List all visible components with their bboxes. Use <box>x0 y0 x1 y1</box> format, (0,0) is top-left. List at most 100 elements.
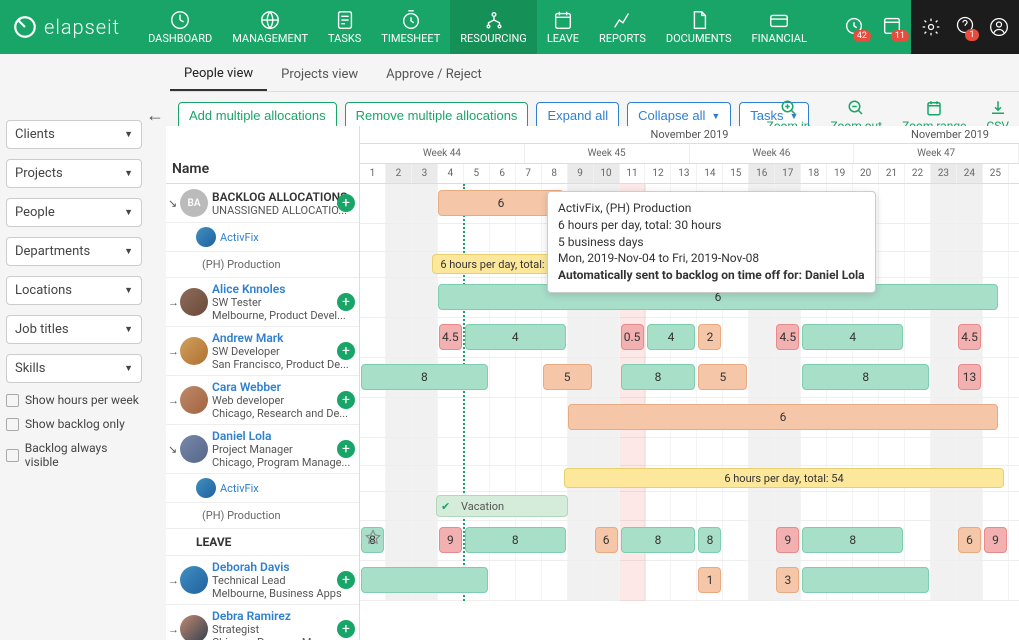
checkbox-hours-per-week[interactable]: Show hours per week <box>6 393 142 407</box>
chevron-right-icon[interactable]: → <box>168 394 180 407</box>
top-nav: elapseit DASHBOARD MANAGEMENT TASKS TIME… <box>0 0 1019 54</box>
name-header: Name <box>166 126 359 184</box>
nav-documents[interactable]: DOCUMENTS <box>656 0 742 54</box>
allocation-bar[interactable]: 4 <box>802 324 903 350</box>
filter-projects[interactable]: Projects▼ <box>6 159 142 188</box>
filter-locations[interactable]: Locations▼ <box>6 276 142 305</box>
row-daniel[interactable]: ↘ Daniel LolaProject ManagerChicago, Pro… <box>166 425 359 474</box>
timeline-row: 6 <box>360 398 1019 438</box>
vacation-bar[interactable]: ✔Vacation <box>436 495 568 517</box>
brand-logo[interactable]: elapseit <box>0 14 138 40</box>
chevron-right-icon[interactable]: → <box>168 345 180 358</box>
allocation-bar[interactable]: 4 <box>465 324 566 350</box>
day-label: 10 <box>594 164 620 183</box>
add-button[interactable]: + <box>337 391 355 409</box>
chevron-down-icon[interactable]: ↘ <box>168 443 180 456</box>
nav-tasks[interactable]: TASKS <box>318 0 371 54</box>
chevron-right-icon[interactable]: → <box>168 574 180 587</box>
filter-departments[interactable]: Departments▼ <box>6 237 142 266</box>
help-badge: 1 <box>965 29 979 41</box>
add-button[interactable]: + <box>337 440 355 458</box>
nav-dashboard[interactable]: DASHBOARD <box>138 0 222 54</box>
filter-jobtitles[interactable]: Job titles▼ <box>6 315 142 344</box>
row-debra[interactable]: → Debra RamirezStrategistChicago, Progra… <box>166 605 359 640</box>
add-button[interactable]: + <box>337 620 355 638</box>
chevron-right-icon[interactable]: → <box>168 296 180 309</box>
nav-reports[interactable]: REPORTS <box>589 0 656 54</box>
allocation-bar[interactable]: 3 <box>776 567 799 593</box>
day-label: 11 <box>620 164 646 183</box>
allocation-bar[interactable]: 5 <box>698 364 747 390</box>
user-icon[interactable] <box>989 17 1009 37</box>
allocation-bar[interactable]: 6 <box>958 527 981 553</box>
allocation-bar[interactable]: 8 <box>361 364 488 390</box>
chevron-right-icon[interactable]: → <box>168 623 180 636</box>
allocation-bar[interactable]: 13 <box>958 364 981 390</box>
allocation-bar[interactable]: 9 <box>439 527 462 553</box>
add-button[interactable]: + <box>337 194 355 212</box>
allocation-bar[interactable] <box>802 567 929 593</box>
add-button[interactable]: + <box>337 342 355 360</box>
checkbox-backlog-only[interactable]: Show backlog only <box>6 417 142 431</box>
allocation-bar[interactable]: 8 <box>802 527 903 553</box>
allocation-bar[interactable]: 8 <box>465 527 566 553</box>
row-andrew[interactable]: → Andrew MarkSW DeveloperSan Francisco, … <box>166 327 359 376</box>
row-cara[interactable]: → Cara WebberWeb developerChicago, Resea… <box>166 376 359 425</box>
pin-icon[interactable] <box>364 529 382 547</box>
allocation-tooltip: ActivFix, (PH) Production 6 hours per da… <box>547 191 876 293</box>
allocation-bar[interactable]: 4.5 <box>776 324 799 350</box>
allocation-bar[interactable]: 0.5 <box>621 324 644 350</box>
allocation-bar[interactable] <box>361 567 488 593</box>
allocation-bar[interactable]: 8 <box>621 527 696 553</box>
add-allocations-button[interactable]: Add multiple allocations <box>178 102 337 129</box>
gear-icon[interactable] <box>921 17 941 37</box>
allocation-bar[interactable]: 6 <box>595 527 618 553</box>
allocation-bar[interactable]: 6 <box>568 404 998 430</box>
back-arrow-icon[interactable]: ← <box>146 105 164 126</box>
nav-timesheet[interactable]: TIMESHEET <box>371 0 450 54</box>
allocation-bar[interactable]: 4.5 <box>958 324 981 350</box>
add-button[interactable]: + <box>337 293 355 311</box>
row-deborah[interactable]: → Deborah DavisTechnical LeadMelbourne, … <box>166 556 359 605</box>
allocation-bar[interactable]: 5 <box>543 364 592 390</box>
notif-clock-icon[interactable]: 42 <box>835 14 873 40</box>
nav-resourcing[interactable]: RESOURCING <box>450 0 537 54</box>
avatar <box>180 615 208 640</box>
allocation-bar[interactable]: 4.5 <box>439 324 462 350</box>
day-label: 19 <box>827 164 853 183</box>
subproject-row[interactable]: ActivFix <box>166 474 359 503</box>
allocation-bar[interactable]: 9 <box>776 527 799 553</box>
allocation-bar[interactable]: 6 <box>438 190 564 216</box>
checkbox-backlog-visible[interactable]: Backlog always visible <box>6 441 142 469</box>
allocation-bar[interactable]: 8 <box>802 364 929 390</box>
day-label: 13 <box>671 164 697 183</box>
nav-financial[interactable]: FINANCIAL <box>742 0 817 54</box>
collapse-all-button[interactable]: Collapse all▼ <box>627 102 731 129</box>
expand-all-button[interactable]: Expand all <box>536 102 619 129</box>
subproject-row[interactable]: ActivFix <box>166 223 359 252</box>
filter-people[interactable]: People▼ <box>6 198 142 227</box>
add-button[interactable]: + <box>337 571 355 589</box>
filter-clients[interactable]: Clients▼ <box>6 120 142 149</box>
notif-calendar-icon[interactable]: 11 <box>873 14 911 40</box>
allocation-bar[interactable]: 8 <box>698 527 721 553</box>
allocation-bar[interactable]: 1 <box>698 567 721 593</box>
chevron-down-icon[interactable]: ↘ <box>168 197 180 210</box>
backlog-bar[interactable]: 6 hours per day, total: 54 <box>564 468 1004 488</box>
allocation-bar[interactable]: 4 <box>647 324 696 350</box>
nav-management[interactable]: MANAGEMENT <box>222 0 318 54</box>
allocation-bar[interactable]: 8 <box>621 364 696 390</box>
tab-approve-reject[interactable]: Approve / Reject <box>372 59 496 90</box>
tab-people-view[interactable]: People view <box>170 58 267 91</box>
check-icon: ✔ <box>441 500 450 513</box>
row-alice[interactable]: → Alice KnnolesSW TesterMelbourne, Produ… <box>166 278 359 327</box>
allocation-bar[interactable]: 2 <box>698 324 721 350</box>
avatar: BA <box>180 189 208 217</box>
allocation-bar[interactable]: 9 <box>984 527 1007 553</box>
filter-skills[interactable]: Skills▼ <box>6 354 142 383</box>
row-backlog[interactable]: ↘ BA BACKLOG ALLOCATIONSUNASSIGNED ALLOC… <box>166 184 359 223</box>
tab-projects-view[interactable]: Projects view <box>267 59 372 90</box>
nav-leave[interactable]: LEAVE <box>537 0 589 54</box>
remove-allocations-button[interactable]: Remove multiple allocations <box>345 102 529 129</box>
day-label: 25 <box>983 164 1009 183</box>
